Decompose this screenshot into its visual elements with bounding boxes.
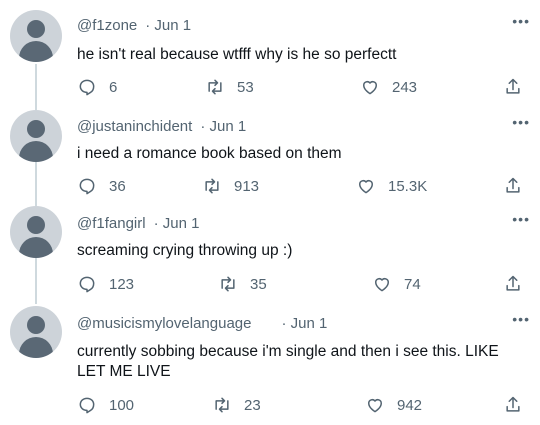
- reply-count: 36: [109, 177, 126, 195]
- tweet-header: @f1zone · Jun 1: [77, 17, 191, 34]
- like-count: 243: [392, 78, 418, 96]
- heart-icon: [368, 399, 382, 413]
- user-handle[interactable]: @justaninchident: [77, 118, 192, 135]
- share-icon: [506, 396, 520, 412]
- more-icon[interactable]: •••: [512, 14, 530, 28]
- more-icon[interactable]: •••: [512, 115, 530, 129]
- tweet-date[interactable]: · Jun 1: [281, 315, 327, 332]
- reply-icon: [79, 79, 95, 96]
- retweet-count: 53: [237, 78, 254, 96]
- reply-count: 123: [109, 275, 135, 293]
- share-button[interactable]: [503, 77, 523, 97]
- like-button[interactable]: 15.3K: [356, 176, 427, 196]
- share-icon: [506, 177, 520, 193]
- retweet-count: 913: [234, 177, 260, 195]
- like-button[interactable]: 243: [360, 77, 417, 97]
- reply-count: 100: [109, 396, 135, 414]
- like-button[interactable]: 74: [372, 274, 421, 294]
- retweet-button[interactable]: 35: [218, 274, 267, 294]
- tweet-header: @musicismylovelanguage · Jun 1: [77, 315, 327, 332]
- tweet-text: i need a romance book based on them: [77, 145, 342, 162]
- more-icon[interactable]: •••: [512, 312, 530, 326]
- tweet-date[interactable]: · Jun 1: [200, 118, 246, 135]
- retweet-icon: [215, 397, 229, 413]
- share-button[interactable]: [503, 395, 523, 415]
- tweet[interactable]: @musicismylovelanguage · Jun 1 ••• curren…: [0, 300, 540, 425]
- retweet-icon: [205, 178, 219, 194]
- retweet-button[interactable]: 23: [212, 395, 261, 415]
- default-avatar-icon[interactable]: [10, 110, 62, 162]
- tweet-text: he isn't real because wtfff why is he so…: [77, 46, 397, 63]
- retweet-icon: [221, 276, 235, 292]
- user-handle[interactable]: @f1fangirl: [77, 215, 146, 232]
- like-count: 74: [404, 275, 421, 293]
- like-count: 15.3K: [388, 177, 428, 195]
- heart-icon: [359, 180, 373, 194]
- retweet-icon: [208, 79, 222, 95]
- default-avatar-icon[interactable]: [10, 306, 62, 358]
- tweet-text: screaming crying throwing up :): [77, 242, 293, 259]
- like-button[interactable]: 942: [365, 395, 422, 415]
- tweet-header: @f1fangirl · Jun 1: [77, 215, 199, 232]
- retweet-button[interactable]: 913: [202, 176, 259, 196]
- like-count: 942: [397, 396, 423, 414]
- heart-icon: [363, 81, 377, 95]
- reply-button[interactable]: 6: [77, 77, 117, 97]
- retweet-button[interactable]: 53: [205, 77, 254, 97]
- retweet-count: 35: [250, 275, 267, 293]
- heart-icon: [375, 278, 389, 292]
- tweet-date[interactable]: · Jun 1: [154, 215, 200, 232]
- default-avatar-icon[interactable]: [10, 10, 62, 62]
- reply-icon: [79, 276, 95, 293]
- tweet-text: currently sobbing because i'm single and…: [77, 343, 499, 380]
- reply-button[interactable]: 100: [77, 395, 134, 415]
- reply-count: 6: [109, 78, 118, 96]
- reply-button[interactable]: 36: [77, 176, 126, 196]
- reply-icon: [79, 397, 95, 414]
- reply-icon: [79, 178, 95, 195]
- share-icon: [506, 275, 520, 291]
- tweet[interactable]: @justaninchident · Jun 1 ••• i need a rom…: [0, 106, 540, 202]
- default-avatar-icon[interactable]: [10, 206, 62, 258]
- tweet[interactable]: @f1fangirl · Jun 1 ••• screaming crying t…: [0, 202, 540, 300]
- tweet-date[interactable]: · Jun 1: [145, 17, 191, 34]
- share-button[interactable]: [503, 176, 523, 196]
- retweet-count: 23: [244, 396, 261, 414]
- reply-button[interactable]: 123: [77, 274, 134, 294]
- share-icon: [506, 78, 520, 94]
- user-handle[interactable]: @musicismylovelanguage: [77, 315, 251, 332]
- more-icon[interactable]: •••: [512, 212, 530, 226]
- tweet[interactable]: @f1zone · Jun 1 ••• he isn't real because…: [0, 0, 540, 106]
- share-button[interactable]: [503, 274, 523, 294]
- user-handle[interactable]: @f1zone: [77, 17, 137, 34]
- tweet-header: @justaninchident · Jun 1: [77, 118, 246, 135]
